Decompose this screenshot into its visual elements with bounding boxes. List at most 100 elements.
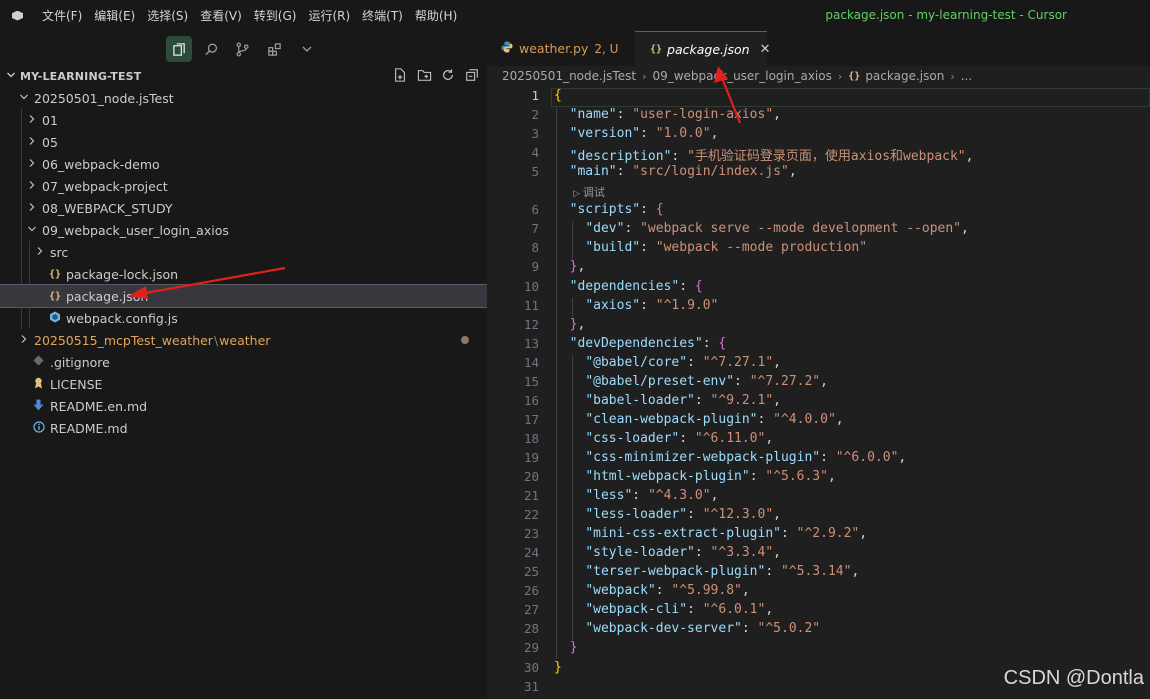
code-line[interactable]: "devDependencies": {: [554, 336, 727, 351]
tree-folder[interactable]: src: [0, 241, 487, 263]
code-line[interactable]: "less-loader": "^12.3.0",: [554, 507, 781, 522]
tree-folder[interactable]: 07_webpack-project: [0, 175, 487, 197]
chevron-down-icon[interactable]: [27, 224, 37, 237]
chevron-right-icon[interactable]: [27, 158, 37, 171]
tree-folder[interactable]: 08_WEBPACK_STUDY: [0, 197, 487, 219]
breadcrumb-item[interactable]: package.json: [865, 69, 944, 83]
tree-folder[interactable]: 20250515_mcpTest_weather\weather: [0, 329, 487, 351]
tree-item-label: 01: [42, 113, 58, 128]
chevron-down-icon[interactable]: [19, 92, 29, 105]
json-key: "css-minimizer-webpack-plugin": [585, 449, 821, 465]
tree-folder[interactable]: 05: [0, 131, 487, 153]
menu-item[interactable]: 选择(S): [147, 7, 188, 24]
chevron-right-icon[interactable]: [35, 246, 45, 259]
code-line[interactable]: "@babel/preset-env": "^7.27.2",: [554, 374, 828, 389]
tree-file[interactable]: {} package.json: [0, 284, 488, 308]
code-line[interactable]: "main": "src/login/index.js",: [554, 164, 797, 179]
refresh-icon[interactable]: [440, 68, 456, 84]
code-line[interactable]: "axios": "^1.9.0": [554, 298, 718, 313]
code-line[interactable]: "babel-loader": "^9.2.1",: [554, 393, 781, 408]
tree-file[interactable]: LICENSE: [0, 373, 487, 395]
extensions-icon[interactable]: [261, 36, 287, 62]
json-punctuation: ,: [765, 602, 774, 618]
code-line[interactable]: "description": "手机验证码登录页面，使用axios和webpac…: [554, 145, 974, 164]
code-line[interactable]: "terser-webpack-plugin": "^5.3.14",: [554, 564, 859, 579]
code-line[interactable]: "html-webpack-plugin": "^5.6.3",: [554, 469, 835, 484]
menu-item[interactable]: 终端(T): [362, 7, 403, 24]
search-icon[interactable]: [198, 36, 224, 62]
chevron-right-icon[interactable]: [27, 202, 37, 215]
code-line[interactable]: {: [554, 88, 562, 103]
tree-file[interactable]: webpack.config.js: [0, 307, 487, 329]
tree-folder[interactable]: 20250501_node.jsTest: [0, 87, 487, 109]
code-line[interactable]: "clean-webpack-plugin": "^4.0.0",: [554, 412, 843, 427]
menu-item[interactable]: 文件(F): [42, 7, 82, 24]
debug-codelens[interactable]: ▷ 调试: [573, 184, 605, 200]
breadcrumb-item[interactable]: 09_webpack_user_login_axios: [652, 69, 831, 83]
chevron-down-icon[interactable]: [6, 70, 16, 83]
code-line[interactable]: "dev": "webpack serve --mode development…: [554, 221, 969, 236]
close-icon[interactable]: ✕: [760, 42, 771, 57]
breadcrumb-item[interactable]: 20250501_node.jsTest: [502, 69, 636, 83]
code-line[interactable]: "css-minimizer-webpack-plugin": "^6.0.0"…: [554, 450, 906, 465]
webpack-icon: [49, 311, 61, 326]
code-line[interactable]: "dependencies": {: [554, 279, 703, 294]
new-folder-icon[interactable]: [416, 68, 432, 84]
indent-guide: [21, 219, 22, 241]
tab-weather-py[interactable]: weather.py 2, U: [487, 31, 635, 66]
code-line[interactable]: "mini-css-extract-plugin": "^2.9.2",: [554, 526, 867, 541]
tree-folder[interactable]: 09_webpack_user_login_axios: [0, 219, 487, 241]
menu-item[interactable]: 查看(V): [200, 7, 242, 24]
tree-item-name: .gitignore: [50, 354, 110, 370]
tree-file[interactable]: README.en.md: [0, 395, 487, 417]
tree-item-name: 06_webpack-demo: [42, 156, 160, 172]
tree-folder[interactable]: 01: [0, 109, 487, 131]
code-line[interactable]: "name": "user-login-axios",: [554, 107, 781, 122]
tree-file[interactable]: {} package-lock.json: [0, 263, 487, 285]
code-line[interactable]: "style-loader": "^3.3.4",: [554, 545, 781, 560]
breadcrumb-item[interactable]: ...: [961, 69, 972, 83]
code-line[interactable]: },: [554, 259, 586, 274]
explorer-header[interactable]: MY-LEARNING-TEST: [0, 66, 487, 86]
chevron-right-icon[interactable]: [27, 136, 37, 149]
code-line[interactable]: "css-loader": "^6.11.0",: [554, 431, 773, 446]
code-line[interactable]: "webpack-dev-server": "^5.0.2": [554, 621, 820, 636]
code-line[interactable]: "webpack-cli": "^6.0.1",: [554, 602, 773, 617]
json-punctuation: :: [679, 278, 695, 294]
tree-item-name: 20250501_node.jsTest: [34, 90, 174, 106]
json-punctuation: [554, 298, 585, 313]
code-line[interactable]: },: [554, 317, 586, 332]
code-line[interactable]: "less": "^4.3.0",: [554, 488, 718, 503]
code-line[interactable]: "webpack": "^5.99.8",: [554, 583, 749, 598]
tree-folder[interactable]: 06_webpack-demo: [0, 153, 487, 175]
chevron-right-icon[interactable]: [19, 334, 29, 347]
json-punctuation: ,: [773, 354, 781, 370]
json-string: "^7.27.1": [702, 354, 774, 370]
code-line[interactable]: }: [554, 660, 562, 675]
menu-item[interactable]: 帮助(H): [415, 7, 457, 24]
menu-item[interactable]: 运行(R): [308, 7, 350, 24]
chevron-down-icon[interactable]: [294, 36, 320, 62]
code-line[interactable]: "build": "webpack --mode production": [554, 240, 867, 255]
json-punctuation: {: [694, 278, 703, 294]
files-icon[interactable]: [166, 36, 192, 62]
code-line[interactable]: "scripts": {: [554, 202, 664, 217]
menu-item[interactable]: 转到(G): [254, 7, 297, 24]
tab-package-json[interactable]: {} package.json ✕: [635, 31, 770, 66]
code-line[interactable]: "@babel/core": "^7.27.1",: [554, 355, 781, 370]
new-file-icon[interactable]: [392, 68, 408, 84]
menu-item[interactable]: 编辑(E): [94, 7, 135, 24]
json-punctuation: :: [765, 564, 781, 580]
collapse-all-icon[interactable]: [464, 68, 480, 84]
chevron-right-icon[interactable]: [27, 114, 37, 127]
chevron-right-icon[interactable]: [27, 180, 37, 193]
tree-file[interactable]: .gitignore: [0, 351, 487, 373]
code-line[interactable]: }: [554, 640, 578, 655]
source-control-icon[interactable]: [229, 36, 255, 62]
code-editor[interactable]: 1 2 3 4 5 6 7 8 9 10 11 12 13 14 15 16 17 18 19 20 21 22 23 24 2…: [487, 86, 1150, 699]
json-punctuation: :: [616, 164, 633, 180]
code-line[interactable]: "version": "1.0.0",: [554, 126, 719, 141]
tree-file[interactable]: README.md: [0, 417, 487, 439]
json-punctuation: ,: [851, 564, 860, 580]
line-number: 8: [531, 240, 539, 256]
